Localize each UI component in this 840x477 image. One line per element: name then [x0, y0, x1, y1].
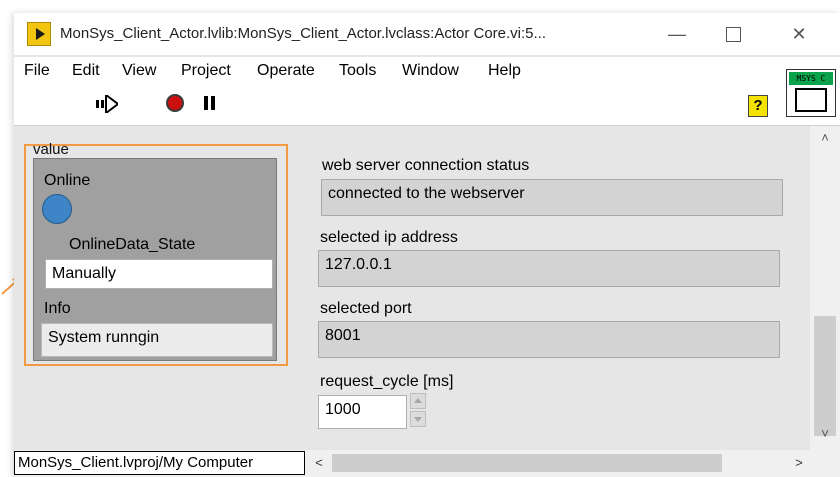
menu-bar: File Edit View Project Operate Tools Win… [14, 57, 840, 85]
vertical-scroll-thumb[interactable] [814, 316, 836, 436]
maximize-icon [725, 26, 741, 42]
scroll-down-icon[interactable]: ˅ [810, 424, 840, 444]
request-cycle-label: request_cycle [ms] [320, 373, 454, 390]
port-label: selected port [320, 300, 412, 317]
abort-execution-icon[interactable] [166, 94, 184, 112]
online-state-label: OnlineData_State [69, 236, 196, 253]
request-cycle-stepper[interactable] [410, 393, 426, 427]
close-icon: ✕ [791, 23, 807, 44]
maximize-button[interactable] [710, 13, 756, 55]
connector-pane-icon [795, 88, 827, 112]
scroll-right-icon[interactable]: > [790, 452, 808, 474]
menu-file[interactable]: File [24, 62, 50, 80]
menu-project[interactable]: Project [181, 62, 231, 80]
decrement-arrow-icon[interactable] [410, 411, 426, 427]
menu-tools[interactable]: Tools [339, 62, 376, 80]
scroll-up-icon[interactable]: ˄ [810, 128, 840, 148]
menu-operate[interactable]: Operate [257, 62, 315, 80]
labview-app-icon [27, 22, 51, 46]
online-label: Online [44, 172, 91, 189]
menu-edit[interactable]: Edit [72, 62, 100, 80]
vi-icon-label: MSYS C [789, 72, 833, 85]
menu-help[interactable]: Help [488, 62, 521, 80]
minimize-button[interactable]: — [654, 13, 700, 55]
close-button[interactable]: ✕ [776, 13, 822, 55]
window-title: MonSys_Client_Actor.lvlib:MonSys_Client_… [60, 25, 547, 42]
status-bar: MonSys_Client.lvproj/My Computer < > [14, 450, 840, 477]
vi-icon: MSYS C [786, 69, 836, 117]
menu-window[interactable]: Window [402, 62, 459, 80]
title-bar[interactable]: MonSys_Client_Actor.lvlib:MonSys_Client_… [14, 13, 840, 55]
increment-arrow-icon[interactable] [410, 393, 426, 409]
online-state-field[interactable]: Manually [45, 259, 273, 289]
port-field: 8001 [318, 321, 780, 358]
cluster-caption: value [33, 141, 69, 158]
menu-view[interactable]: View [122, 62, 156, 80]
ip-address-field: 127.0.0.1 [318, 250, 780, 287]
scroll-left-icon[interactable]: < [310, 452, 328, 474]
online-led[interactable] [42, 194, 72, 224]
context-help-icon[interactable]: ? [748, 95, 768, 117]
info-label: Info [44, 300, 71, 317]
run-arrow-icon[interactable] [96, 95, 118, 113]
toolbar: ? MSYS C [14, 69, 840, 126]
info-field: System runngin [41, 323, 273, 357]
webserver-status-label: web server connection status [322, 157, 530, 174]
request-cycle-input[interactable]: 1000 [318, 395, 407, 429]
horizontal-scroll-thumb[interactable] [332, 454, 722, 472]
pause-icon[interactable] [204, 96, 216, 110]
vertical-scrollbar[interactable]: ˄ ˅ [810, 126, 840, 450]
project-path: MonSys_Client.lvproj/My Computer [14, 451, 305, 475]
minimize-icon: — [668, 23, 686, 44]
ip-address-label: selected ip address [320, 229, 458, 246]
webserver-status-field: connected to the webserver [321, 179, 783, 216]
